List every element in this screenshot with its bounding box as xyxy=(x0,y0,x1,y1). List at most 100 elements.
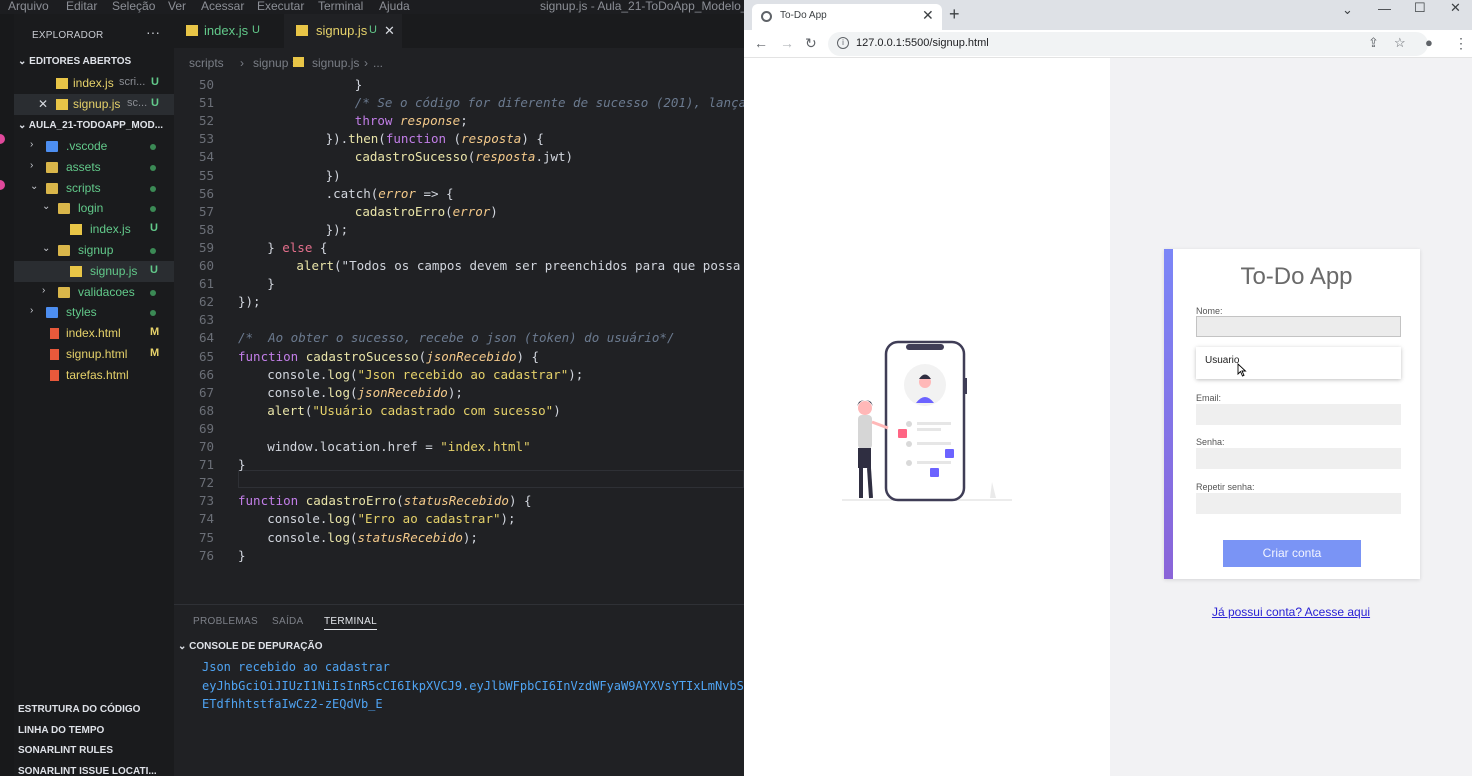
code-line: /* Se o código for diferente de sucesso … xyxy=(354,95,744,111)
menu-item[interactable]: Executar xyxy=(257,0,304,13)
menu-item[interactable]: Ajuda xyxy=(379,0,410,13)
git-change-dot xyxy=(150,206,156,213)
sidebar-section-header[interactable]: LINHA DO TEMPO xyxy=(18,725,104,736)
tab-output[interactable]: SAÍDA xyxy=(272,616,304,627)
file-tree-label: index.js xyxy=(90,222,131,237)
file-tree-item[interactable]: ⌄ scripts xyxy=(14,178,174,199)
repeat-password-field[interactable] xyxy=(1196,493,1401,514)
file-tree-item[interactable]: ⌄ signup xyxy=(14,240,174,261)
code-line: console.log(jsonRecebido); xyxy=(267,384,463,400)
file-tree-item[interactable]: tarefas.html xyxy=(14,365,174,386)
file-tree-item[interactable]: index.js U xyxy=(14,219,174,240)
close-tab-icon[interactable]: ✕ xyxy=(922,7,934,24)
file-tree-item[interactable]: index.html M xyxy=(14,323,174,344)
info-icon[interactable]: i xyxy=(837,37,849,49)
menu-item[interactable]: Seleção xyxy=(112,0,155,13)
tab-problems[interactable]: PROBLEMAS xyxy=(193,616,258,627)
breadcrumb-item[interactable]: ... xyxy=(373,56,383,70)
file-tree-item[interactable]: › .vscode xyxy=(14,136,174,157)
chevron-right-icon[interactable]: › xyxy=(30,305,33,316)
line-number: 70 xyxy=(198,439,214,454)
close-icon[interactable]: ✕ xyxy=(38,97,48,111)
tab-signup-js[interactable]: signup.js U ✕ xyxy=(284,14,402,48)
sidebar-section-header[interactable]: SONARLINT RULES xyxy=(18,745,113,756)
git-change-dot xyxy=(150,185,156,192)
breadcrumb-item[interactable]: signup.js xyxy=(312,56,359,70)
code-line: /* Ao obter o sucesso, recebe o json (to… xyxy=(238,330,675,346)
file-tree-item[interactable]: › assets xyxy=(14,157,174,178)
debug-console-header[interactable]: ⌄ CONSOLE DE DEPURAÇÃO xyxy=(178,641,323,652)
git-change-dot xyxy=(150,310,156,317)
file-tree-item[interactable]: signup.js U xyxy=(14,260,174,282)
tab-index-js[interactable]: index.js U xyxy=(174,14,284,48)
file-tree-item[interactable]: › validacoes xyxy=(14,282,174,303)
project-header[interactable]: ⌄ AULA_21-TODOAPP_MOD... xyxy=(18,120,163,131)
line-number: 51 xyxy=(198,95,214,111)
folder-icon xyxy=(46,307,58,319)
console-line: ETdfhhtstfaIwCz2-zEQdVb_E xyxy=(202,697,383,711)
chevron-down-icon[interactable]: ⌄ xyxy=(42,201,50,212)
minimize-button[interactable]: — xyxy=(1378,1,1391,16)
code-line: console.log("Erro ao cadastrar"); xyxy=(267,511,516,527)
menu-item[interactable]: Terminal xyxy=(318,0,363,13)
git-change-dot xyxy=(150,248,156,254)
address-bar[interactable]: i 127.0.0.1:5500/signup.html ⇪ ☆ xyxy=(828,32,1428,56)
line-number: 61 xyxy=(198,276,214,292)
email-field[interactable] xyxy=(1196,404,1401,425)
forward-icon[interactable]: → xyxy=(780,35,794,51)
profile-icon[interactable]: ● xyxy=(1425,35,1433,50)
create-account-button[interactable]: Criar conta xyxy=(1223,540,1361,567)
chevron-right-icon[interactable]: › xyxy=(42,285,45,296)
editor-tabs: index.js U signup.js U ✕ xyxy=(174,14,744,48)
autocomplete-option[interactable]: Usuario xyxy=(1205,355,1239,366)
more-actions-icon[interactable]: ··· xyxy=(146,24,160,40)
sidebar-section-header[interactable]: SONARLINT ISSUE LOCATI... xyxy=(18,766,157,776)
close-window-button[interactable]: ✕ xyxy=(1450,0,1461,16)
file-tree-item[interactable]: › styles xyxy=(14,302,174,323)
menu-item[interactable]: Editar xyxy=(66,0,97,13)
open-editors-header[interactable]: ⌄ EDITORES ABERTOS xyxy=(18,56,131,67)
open-editor-item[interactable]: ✕ signup.js sc... U xyxy=(14,94,174,115)
screen: { "vscode": { "window_title": "signup.js… xyxy=(0,0,1472,776)
menu-kebab-icon[interactable]: ⋮ xyxy=(1454,35,1468,52)
name-field[interactable] xyxy=(1196,316,1401,337)
html-file-icon xyxy=(50,328,59,340)
js-file-icon xyxy=(186,25,198,36)
close-tab-icon[interactable]: ✕ xyxy=(384,23,395,39)
code-line: }); xyxy=(325,221,349,237)
chevron-right-icon[interactable]: › xyxy=(30,139,33,150)
breadcrumb-item[interactable]: signup xyxy=(253,56,288,70)
file-tree-item[interactable]: signup.html M xyxy=(14,344,174,365)
file-tree-item[interactable]: ⌄ login xyxy=(14,198,174,219)
explorer-title: EXPLORADOR xyxy=(32,30,104,41)
reload-icon[interactable]: ↻ xyxy=(805,35,817,52)
bookmark-star-icon[interactable]: ☆ xyxy=(1394,35,1406,51)
new-tab-button[interactable]: + xyxy=(949,4,960,25)
back-icon[interactable]: ← xyxy=(754,35,768,51)
code-line: .catch(error => { xyxy=(325,185,454,201)
autocomplete-dropdown[interactable]: Usuario xyxy=(1196,347,1401,379)
line-number: 58 xyxy=(198,221,214,237)
menu-item[interactable]: Ver xyxy=(168,0,186,13)
tab-terminal[interactable]: TERMINAL xyxy=(324,616,377,630)
file-tree-label: signup.js xyxy=(90,263,138,278)
menu-item[interactable]: Acessar xyxy=(201,0,244,13)
chevron-down-icon[interactable]: ⌄ xyxy=(30,181,38,192)
tab-search-icon[interactable]: ⌄ xyxy=(1342,2,1353,18)
password-field[interactable] xyxy=(1196,448,1401,469)
code-line: cadastroSucesso(resposta.jwt) xyxy=(354,149,574,165)
window-title: signup.js - Aula_21-ToDoApp_Modelo_Au xyxy=(540,0,744,13)
sidebar-section-header[interactable]: ESTRUTURA DO CÓDIGO xyxy=(18,704,140,715)
maximize-button[interactable]: ☐ xyxy=(1414,0,1426,16)
login-link[interactable]: Já possui conta? Acesse aqui xyxy=(1110,605,1472,619)
card-accent-bar xyxy=(1164,249,1173,579)
browser-tab[interactable]: To-Do App ✕ xyxy=(752,4,942,30)
open-editor-item[interactable]: index.js scri... U xyxy=(14,73,174,94)
code-editor[interactable]: 50} 51 /* Se o código for diferente de suc… xyxy=(174,76,744,604)
share-icon[interactable]: ⇪ xyxy=(1368,35,1379,51)
line-number: 73 xyxy=(198,493,214,509)
chevron-down-icon[interactable]: ⌄ xyxy=(42,243,50,254)
chevron-right-icon[interactable]: › xyxy=(30,160,33,171)
menu-item[interactable]: Arquivo xyxy=(8,0,49,13)
breadcrumb-item[interactable]: scripts xyxy=(189,56,224,70)
